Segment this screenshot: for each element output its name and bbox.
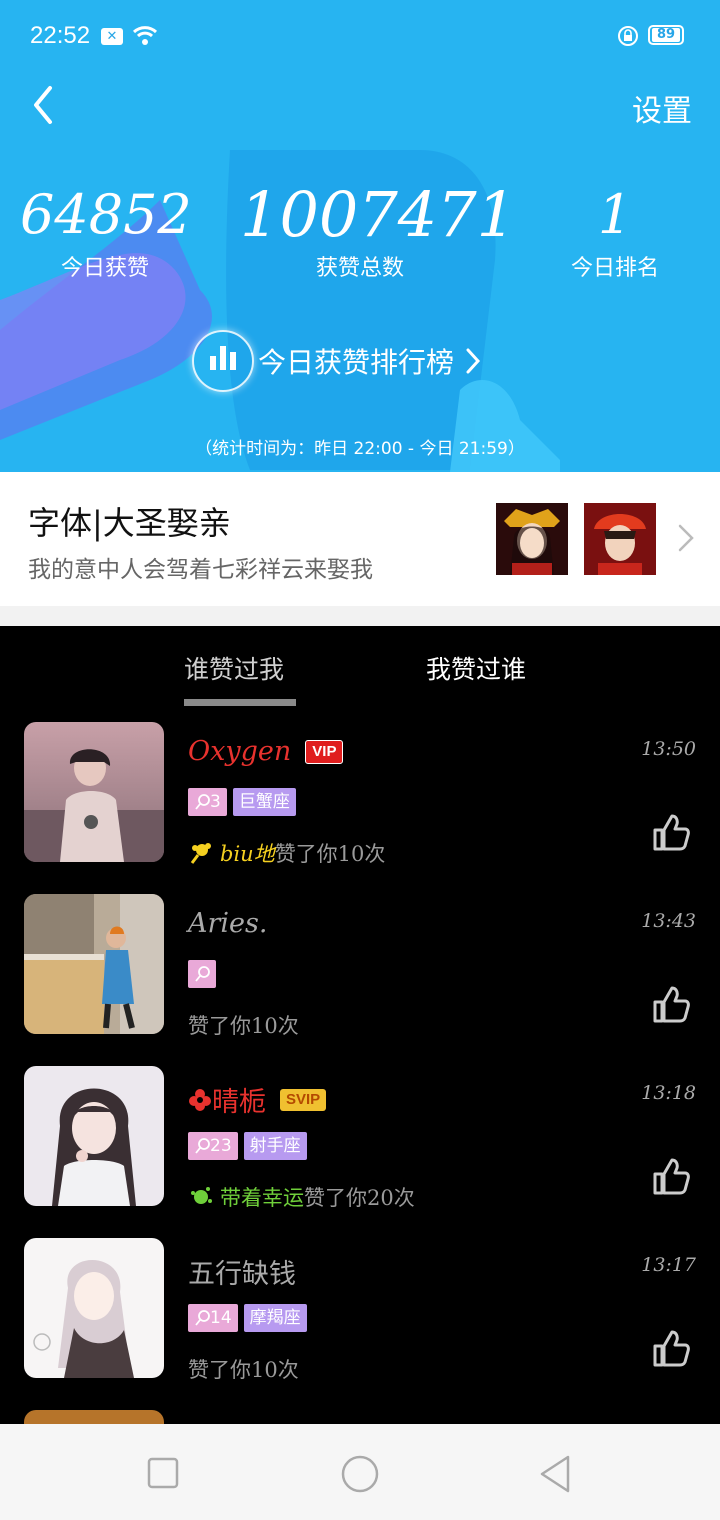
user-name-text: Aries.: [188, 908, 268, 939]
female-icon: [195, 794, 210, 810]
age-tag: [188, 960, 216, 988]
stat-today-likes: 64852 今日获赞: [20, 182, 192, 282]
thumbs-up-icon[interactable]: [652, 812, 690, 852]
svip-badge: SVIP: [280, 1088, 327, 1111]
stat-label: 今日排名: [570, 256, 659, 281]
stat-label: 获赞总数: [315, 256, 404, 281]
user-tags: 14 摩羯座: [188, 1304, 313, 1332]
list-item[interactable]: Aries. 13:43 赞了你10次: [0, 884, 720, 1056]
stat-period-note: （统计时间为：昨日 22:00 - 今日 21:59）: [195, 439, 525, 459]
like-summary: biu地 赞了你10次: [188, 838, 385, 868]
profile-name: 字体|大圣娶亲: [28, 504, 231, 542]
user-name[interactable]: 五行缺钱: [188, 1252, 296, 1291]
like-count-text: 赞了你10次: [188, 1014, 299, 1038]
settings-button[interactable]: 设置: [632, 86, 692, 130]
wifi-icon: [132, 26, 158, 45]
battery-level: 89: [652, 28, 680, 42]
list-item[interactable]: 晴栀 SVIP 13:18 23 射手座 带着幸运 赞了你20次: [0, 1056, 720, 1228]
avatar[interactable]: [24, 894, 164, 1034]
age-value: 23: [210, 1136, 232, 1156]
status-bar: 22:52 ✕ 89: [0, 0, 720, 52]
user-name[interactable]: Aries.: [188, 908, 267, 939]
vip-badge: VIP: [305, 739, 344, 764]
stat-today-rank: 1 今日排名: [540, 182, 690, 282]
female-icon: [195, 1310, 210, 1326]
avatar[interactable]: [24, 1238, 164, 1378]
like-count-text: 赞了你10次: [188, 1358, 299, 1382]
list-item[interactable]: Oxygen VIP 13:50 3 巨蟹座 biu地 赞了你10次: [0, 712, 720, 884]
stat-value: 1: [597, 183, 633, 246]
profile-photo-2[interactable]: [584, 503, 656, 575]
zodiac-tag: 摩羯座: [243, 1304, 307, 1332]
zodiac-tag: 巨蟹座: [232, 788, 296, 816]
zodiac-tag: 射手座: [243, 1132, 307, 1160]
user-name-text: 五行缺钱: [188, 1259, 296, 1290]
stat-value: 64852: [20, 183, 192, 246]
tab-who-i-liked[interactable]: 我赞过谁: [426, 650, 526, 686]
battery-icon: 89: [648, 25, 684, 45]
like-summary: 赞了你10次: [188, 1354, 299, 1384]
ranking-button[interactable]: 今日获赞排行榜: [192, 328, 482, 394]
like-summary: 带着幸运 赞了你20次: [188, 1182, 415, 1212]
chevron-right-icon: [466, 348, 481, 374]
age-tag: 3: [188, 788, 227, 816]
user-name[interactable]: Oxygen VIP: [188, 736, 344, 767]
stat-total-likes: 1007471 获赞总数: [240, 178, 517, 282]
thumbs-up-icon[interactable]: [652, 1156, 690, 1196]
section-divider: [0, 606, 720, 626]
age-value: 14: [210, 1308, 232, 1328]
tab-who-liked-me[interactable]: 谁赞过我: [184, 650, 284, 686]
flower-icon: [189, 1088, 211, 1111]
age-value: 3: [210, 792, 221, 812]
list-item[interactable]: 五行缺钱 13:17 14 摩羯座 赞了你10次: [0, 1228, 720, 1400]
user-tags: 3 巨蟹座: [188, 788, 302, 816]
status-time: 22:52: [30, 22, 91, 49]
gift-icon: [190, 843, 211, 864]
stat-value: 1007471: [240, 178, 517, 251]
back-arrow-icon[interactable]: [28, 82, 68, 128]
gift-icon: [191, 1187, 212, 1204]
tab-bar: 谁赞过我 我赞过谁: [0, 626, 720, 712]
like-count-text: 赞了你10次: [274, 842, 386, 866]
tab-indicator: [184, 699, 296, 706]
age-tag: 23: [188, 1132, 238, 1160]
ranking-label: 今日获赞排行榜: [258, 346, 455, 379]
like-time: 13:18: [641, 1082, 696, 1104]
like-time: 13:50: [641, 738, 696, 760]
notification-icon: ✕: [101, 28, 123, 45]
user-name[interactable]: 晴栀 SVIP: [188, 1080, 327, 1119]
user-tags: 23 射手座: [188, 1132, 313, 1160]
bar-chart-icon: [192, 330, 254, 392]
hero-banner: 22:52 ✕ 89 设置 64852 今日获赞 1007471 获赞总数 1 …: [0, 0, 720, 472]
home-icon[interactable]: [340, 1454, 380, 1494]
like-time: 13:17: [641, 1254, 696, 1276]
age-tag: 14: [188, 1304, 238, 1332]
like-summary: 赞了你10次: [188, 1010, 299, 1040]
chevron-right-icon[interactable]: [676, 522, 696, 554]
avatar[interactable]: [24, 722, 164, 862]
like-count-text: 赞了你20次: [304, 1186, 415, 1210]
recent-apps-icon[interactable]: [146, 1456, 180, 1490]
female-icon: [195, 1138, 210, 1154]
female-icon: [195, 966, 210, 982]
profile-photo-1[interactable]: [496, 503, 568, 575]
like-time: 13:43: [641, 910, 696, 932]
system-nav-bar: [0, 1424, 720, 1520]
avatar[interactable]: [24, 1410, 164, 1424]
stat-label: 今日获赞: [60, 256, 149, 281]
user-name-text: 晴栀: [212, 1087, 266, 1118]
user-name-text: Oxygen: [188, 736, 292, 767]
profile-signature: 我的意中人会驾着七彩祥云来娶我: [28, 557, 373, 583]
back-triangle-icon[interactable]: [538, 1454, 574, 1494]
profile-card[interactable]: 字体|大圣娶亲 我的意中人会驾着七彩祥云来娶我: [0, 472, 720, 606]
gift-name: biu地: [220, 842, 275, 866]
user-tags: [188, 960, 222, 988]
thumbs-up-icon[interactable]: [652, 984, 690, 1024]
thumbs-up-icon[interactable]: [652, 1328, 690, 1368]
list-item[interactable]: [0, 1400, 720, 1424]
rotation-lock-icon: [618, 26, 638, 46]
gift-name: 带着幸运: [220, 1186, 304, 1210]
avatar[interactable]: [24, 1066, 164, 1206]
